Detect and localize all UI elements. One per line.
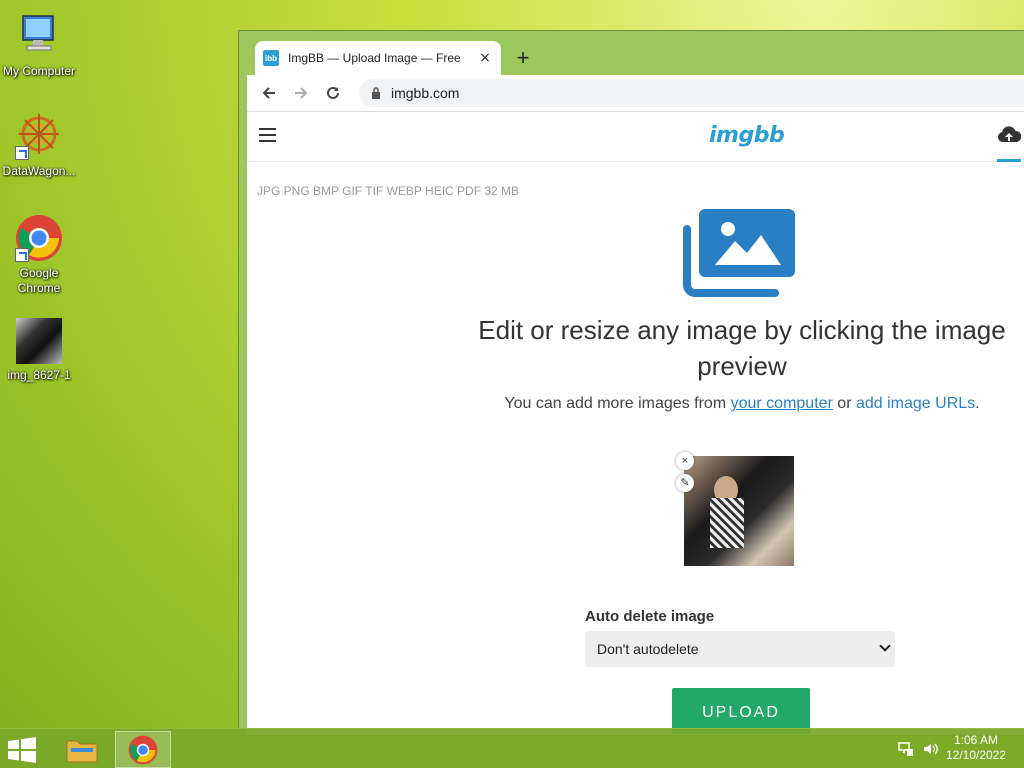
active-underline (997, 159, 1021, 162)
tab-strip: ibb ImgBB — Upload Image — Free × + (247, 39, 1024, 75)
desktop-icon-google-chrome[interactable]: Google Chrome (2, 214, 76, 296)
tab-title: ImgBB — Upload Image — Free (288, 51, 461, 65)
menu-icon[interactable] (259, 128, 276, 142)
forward-button[interactable] (287, 79, 315, 107)
subtext-prefix: You can add more images from (504, 395, 731, 412)
image-upload-icon (683, 207, 799, 297)
remove-image-button[interactable]: × (676, 452, 694, 470)
supported-formats: JPG PNG BMP GIF TIF WEBP HEIC PDF 32 MB (257, 184, 520, 198)
arrow-left-icon (262, 87, 275, 99)
image-preview[interactable]: × ✎ (676, 452, 794, 566)
desktop-icon-label: img_8627-1 (7, 368, 71, 382)
clock-time: 1:06 AM (953, 733, 999, 747)
taskbar-chrome[interactable] (115, 731, 171, 768)
site-logo[interactable]: imgbb (709, 123, 785, 148)
computer-icon (15, 12, 63, 60)
cloud-upload-icon[interactable] (997, 126, 1023, 162)
reload-button[interactable] (319, 79, 347, 107)
subtext-suffix: . (975, 395, 980, 412)
lock-icon (372, 87, 380, 99)
auto-delete-value: Don't autodelete (597, 641, 699, 657)
chevron-down-icon (879, 640, 891, 652)
desktop-icon-label: Google Chrome (17, 266, 61, 295)
image-thumbnail-icon (16, 318, 62, 364)
add-image-urls-link[interactable]: add image URLs (856, 395, 975, 412)
auto-delete-label: Auto delete image (585, 608, 715, 625)
chrome-icon (15, 214, 63, 262)
desktop-icon-image-file[interactable]: img_8627-1 (2, 318, 76, 383)
auto-delete-select[interactable]: Don't autodelete (585, 631, 895, 667)
desktop-icon-my-computer[interactable]: My Computer (2, 12, 76, 79)
network-icon[interactable] (898, 741, 914, 757)
address-text: imgbb.com (391, 85, 460, 101)
taskbar: 1:06 AM 12/10/2022 (0, 728, 1024, 768)
address-bar[interactable]: imgbb.com (359, 79, 1024, 107)
subtext-middle: or (832, 395, 856, 412)
desktop-icon-datawagon[interactable]: DataWagon... (2, 112, 76, 179)
page-subtext: You can add more images from your comput… (452, 395, 1024, 413)
shortcut-arrow-icon (15, 248, 29, 262)
preview-scarf (710, 498, 744, 548)
preview-thumbnail[interactable] (684, 456, 794, 566)
system-clock[interactable]: 1:06 AM 12/10/2022 (936, 733, 1016, 763)
new-tab-button[interactable]: + (509, 45, 537, 73)
page-headline: Edit or resize any image by clicking the… (478, 315, 1006, 381)
desktop-icon-label: My Computer (2, 64, 76, 78)
chrome-icon (128, 735, 158, 764)
browser-window: ibb ImgBB — Upload Image — Free × + imgb… (238, 30, 1024, 736)
site-header: imgbb (247, 112, 1024, 162)
folder-icon (66, 740, 98, 762)
your-computer-link[interactable]: your computer (731, 395, 833, 412)
shortcut-arrow-icon (15, 146, 29, 160)
back-button[interactable] (255, 79, 283, 107)
tab-imgbb[interactable]: ibb ImgBB — Upload Image — Free × (255, 41, 501, 75)
reload-icon (327, 86, 339, 99)
clock-date: 12/10/2022 (945, 748, 1007, 762)
tab-close-icon[interactable]: × (477, 50, 493, 66)
windows-logo-icon (8, 737, 36, 763)
start-button[interactable] (8, 737, 38, 763)
edit-image-button[interactable]: ✎ (676, 474, 694, 492)
arrow-right-icon (295, 87, 308, 99)
desktop-icon-label: DataWagon... (2, 164, 76, 178)
datawagon-icon (15, 112, 63, 160)
page-content: imgbb JPG PNG BMP GIF TIF WEBP HEIC PDF … (247, 111, 1024, 735)
imgbb-favicon-icon: ibb (263, 50, 279, 66)
browser-toolbar: imgbb.com (247, 75, 1024, 111)
taskbar-file-explorer[interactable] (54, 731, 110, 768)
